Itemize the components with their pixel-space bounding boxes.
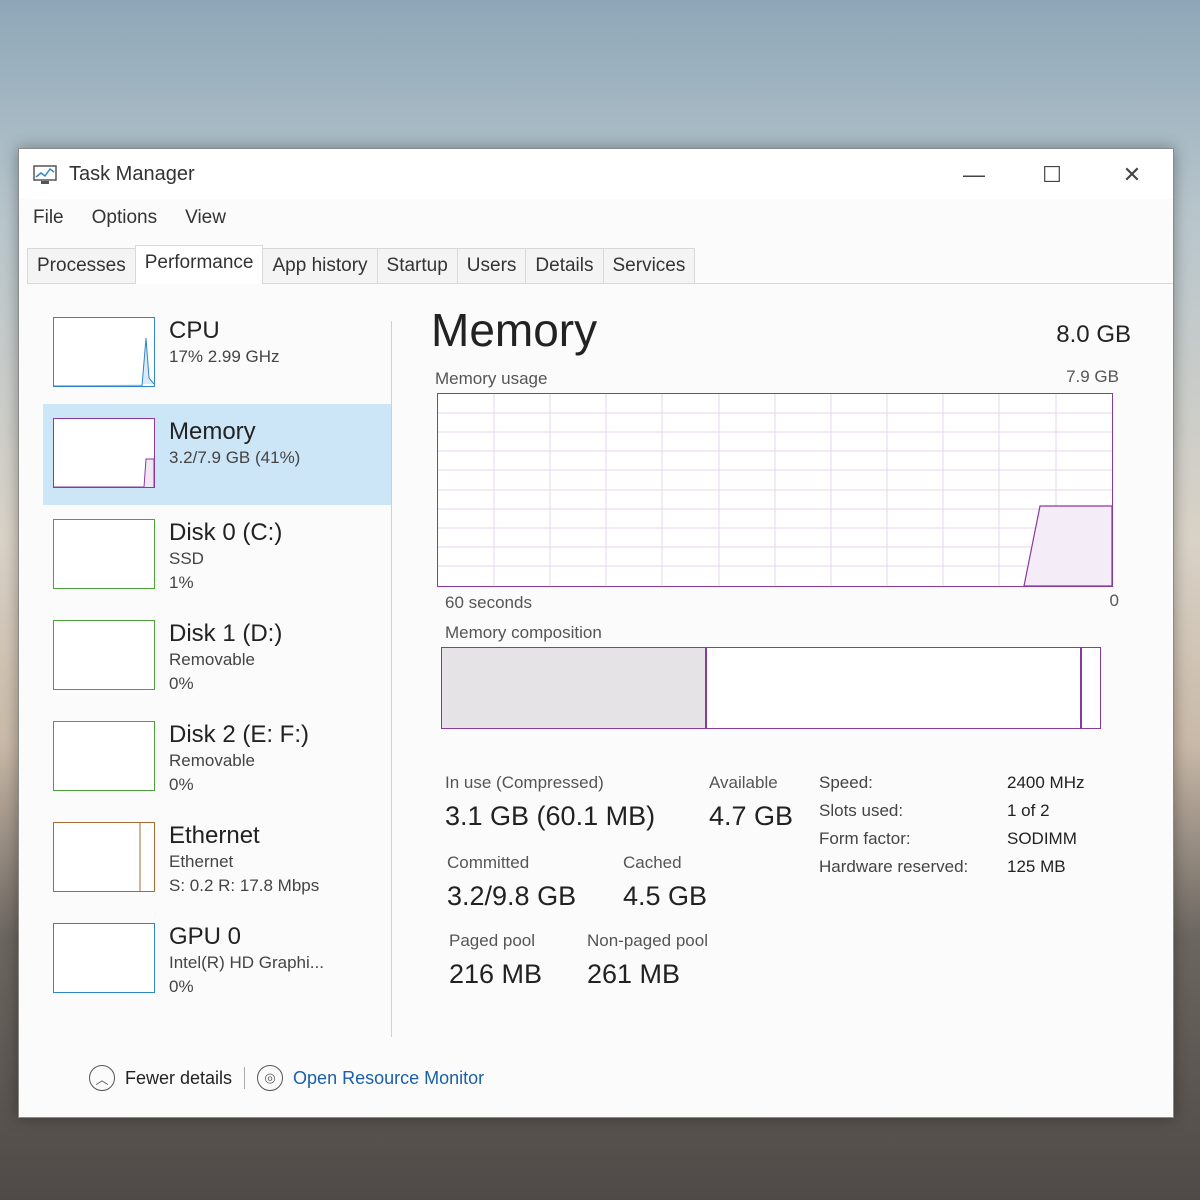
resource-detail: Removable	[169, 751, 255, 770]
available-label: Available	[709, 773, 778, 792]
task-manager-icon	[33, 165, 57, 184]
resource-gpu-0[interactable]: GPU 0 Intel(R) HD Graphi... 0%	[43, 909, 391, 1010]
resource-name: Disk 0 (C:)	[169, 519, 283, 546]
tab-details[interactable]: Details	[525, 248, 604, 283]
committed-value: 3.2/9.8 GB	[447, 881, 577, 911]
close-button[interactable]: ✕	[1107, 157, 1157, 193]
menu-options[interactable]: Options	[78, 203, 171, 235]
resource-name: Memory	[169, 418, 256, 445]
time-span-label: 60 seconds	[445, 593, 532, 612]
nonpaged-pool-value: 261 MB	[587, 959, 681, 989]
footer-separator	[244, 1067, 246, 1089]
resource-disk-1[interactable]: Disk 1 (D:) Removable 0%	[43, 606, 391, 707]
cpu-sparkline	[54, 337, 155, 387]
minimize-icon: —	[963, 162, 985, 187]
resource-detail: 1%	[169, 573, 194, 592]
gpu-0-thumbnail-graph	[53, 923, 155, 993]
cpu-thumbnail-graph	[53, 317, 155, 387]
resource-name: Disk 2 (E: F:)	[169, 721, 310, 748]
tab-processes[interactable]: Processes	[27, 248, 136, 283]
ethernet-thumbnail-graph	[53, 822, 155, 892]
tab-app-history[interactable]: App history	[262, 248, 378, 283]
tab-startup[interactable]: Startup	[376, 248, 458, 283]
memory-thumbnail-graph	[53, 418, 155, 488]
resource-detail: Ethernet	[169, 852, 234, 871]
title-bar[interactable]: Task Manager — ☐ ✕	[19, 149, 1173, 199]
composition-standby[interactable]	[705, 648, 1083, 728]
resource-detail: 0%	[169, 674, 194, 693]
resource-name: CPU	[169, 317, 220, 344]
tab-services[interactable]: Services	[602, 248, 696, 283]
usage-max-label: 7.9 GB	[1066, 367, 1119, 386]
resource-detail: SSD	[169, 549, 204, 568]
maximize-button[interactable]: ☐	[1027, 157, 1077, 193]
detail-title: Memory	[431, 304, 598, 356]
task-manager-window: Task Manager — ☐ ✕ File Options View Pro…	[18, 148, 1174, 1118]
cached-label: Cached	[623, 853, 682, 872]
disk-2-thumbnail-graph	[53, 721, 155, 791]
paged-pool-value: 216 MB	[449, 959, 543, 989]
resource-name: Ethernet	[169, 822, 260, 849]
close-icon: ✕	[1122, 162, 1142, 187]
footer-bar: ︿ Fewer details ◎ Open Resource Monitor	[89, 1065, 484, 1091]
resource-disk-2[interactable]: Disk 2 (E: F:) Removable 0%	[43, 707, 391, 808]
minimize-button[interactable]: —	[949, 157, 999, 193]
hardware-reserved-value: 125 MB	[1007, 857, 1066, 876]
chevron-up-icon[interactable]: ︿	[89, 1065, 115, 1091]
menu-view[interactable]: View	[171, 203, 240, 235]
zero-label: 0	[1109, 591, 1119, 610]
resource-name: GPU 0	[169, 923, 242, 950]
paged-pool-label: Paged pool	[449, 931, 536, 950]
speed-value: 2400 MHz	[1007, 773, 1085, 792]
ethernet-sparkline	[139, 823, 141, 891]
maximize-icon: ☐	[1042, 162, 1062, 187]
resource-detail: Removable	[169, 650, 255, 669]
resource-detail: S: 0.2 R: 17.8 Mbps	[169, 876, 320, 895]
resource-detail: 0%	[169, 977, 194, 996]
hardware-reserved-label: Hardware reserved:	[819, 857, 969, 876]
resource-ethernet[interactable]: Ethernet Ethernet S: 0.2 R: 17.8 Mbps	[43, 808, 391, 909]
resource-disk-0[interactable]: Disk 0 (C:) SSD 1%	[43, 505, 391, 606]
available-value: 4.7 GB	[709, 801, 794, 831]
form-factor-label: Form factor:	[819, 829, 911, 848]
slots-value: 1 of 2	[1007, 801, 1050, 820]
slots-label: Slots used:	[819, 801, 904, 820]
resource-list: CPU 17% 2.99 GHz Memory 3.2/7.9 GB (41%)	[43, 303, 391, 1010]
resource-detail: 0%	[169, 775, 194, 794]
committed-label: Committed	[447, 853, 530, 872]
resource-monitor-icon[interactable]: ◎	[257, 1065, 284, 1091]
resource-detail: Intel(R) HD Graphi...	[169, 953, 324, 972]
disk-0-thumbnail-graph	[53, 519, 155, 589]
window-title: Task Manager	[69, 163, 195, 185]
resource-cpu[interactable]: CPU 17% 2.99 GHz	[43, 303, 391, 404]
nonpaged-pool-label: Non-paged pool	[587, 931, 708, 950]
resource-name: Disk 1 (D:)	[169, 620, 283, 647]
memory-usage-chart	[438, 394, 1113, 587]
cached-value: 4.5 GB	[623, 881, 708, 911]
open-resource-monitor-link[interactable]: Open Resource Monitor	[293, 1068, 484, 1089]
menu-file[interactable]: File	[19, 203, 78, 235]
resource-memory[interactable]: Memory 3.2/7.9 GB (41%)	[43, 404, 391, 505]
menu-bar: File Options View	[19, 203, 240, 235]
in-use-label: In use (Compressed)	[445, 773, 604, 792]
speed-label: Speed:	[819, 773, 873, 792]
resource-detail: 17% 2.99 GHz	[169, 347, 280, 366]
total-memory: 8.0 GB	[1056, 321, 1131, 348]
tab-strip: Processes Performance App history Startu…	[27, 245, 1173, 284]
tab-users[interactable]: Users	[456, 248, 527, 283]
resource-detail: 3.2/7.9 GB (41%)	[169, 448, 301, 467]
composition-in-use[interactable]	[442, 648, 708, 728]
usage-label: Memory usage	[435, 369, 548, 388]
memory-sparkline	[54, 458, 155, 488]
pane-divider[interactable]	[391, 321, 392, 1037]
in-use-value: 3.1 GB (60.1 MB)	[445, 801, 656, 831]
disk-1-thumbnail-graph	[53, 620, 155, 690]
form-factor-value: SODIMM	[1007, 829, 1077, 848]
fewer-details-link[interactable]: Fewer details	[125, 1068, 232, 1089]
tab-performance[interactable]: Performance	[134, 245, 264, 284]
composition-label: Memory composition	[445, 623, 602, 642]
memory-usage-graph	[437, 393, 1113, 587]
memory-composition-bar	[441, 647, 1101, 729]
performance-content: CPU 17% 2.99 GHz Memory 3.2/7.9 GB (41%)	[19, 285, 1173, 1117]
